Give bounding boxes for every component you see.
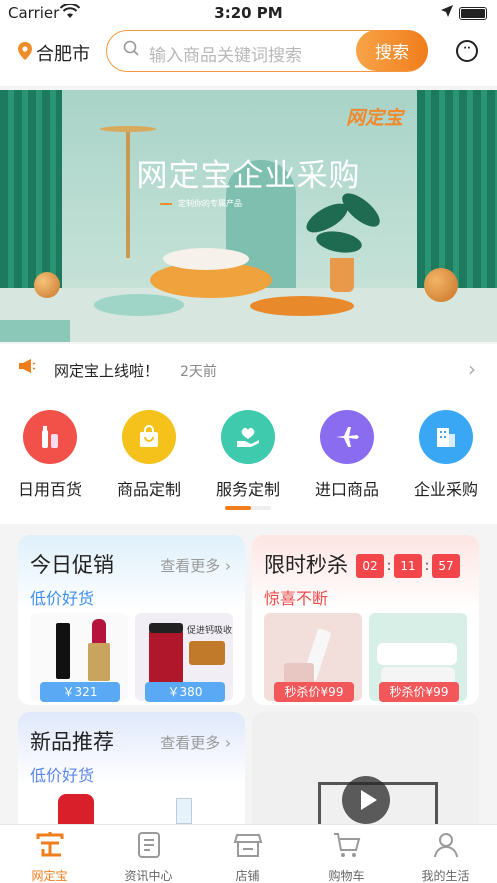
location-pin-icon: [18, 41, 32, 65]
banner-title: 网定宝企业采购: [136, 158, 361, 194]
category-grid: 日用百货 商品定制 服务定制 进口商品 企业采购: [0, 394, 497, 524]
banner-plant-pot: [330, 258, 354, 292]
banner-brand-logo: 网定宝: [346, 107, 404, 129]
tab-home[interactable]: 网定宝: [0, 831, 99, 883]
search-input[interactable]: 输入商品关键词搜索: [149, 41, 302, 66]
announcement-time: 2天前: [180, 364, 217, 380]
card-subtitle: 惊喜不断: [264, 589, 329, 608]
product-image-tube[interactable]: [176, 798, 192, 824]
product-image-jar[interactable]: [58, 794, 94, 824]
view-more-link[interactable]: 查看更多 ›: [160, 555, 231, 576]
countdown-timer: 02 : 11 : 57: [356, 553, 460, 579]
banner-sphere-right: [424, 268, 458, 302]
search-button[interactable]: 搜索: [356, 30, 428, 71]
promo-banner[interactable]: [0, 90, 497, 342]
tab-cart[interactable]: 购物车: [297, 831, 396, 883]
search-bar[interactable]: 输入商品关键词搜索 搜索: [106, 30, 428, 72]
battery-icon: [459, 7, 487, 20]
tab-label: 资讯中心: [124, 869, 173, 883]
video-card[interactable]: [252, 712, 479, 832]
card-title: 新品推荐: [30, 730, 114, 754]
card-subtitle: 低价好货: [30, 589, 95, 608]
view-more-link[interactable]: 查看更多 ›: [160, 732, 231, 753]
clock: 3:20 PM: [214, 4, 283, 22]
category-label: 日用百货: [17, 480, 82, 499]
timer-minutes: 11: [394, 554, 422, 578]
tab-label: 网定宝: [31, 869, 68, 883]
cart-icon: [297, 831, 396, 865]
price-tag: ￥321: [40, 682, 120, 702]
timer-seconds: 57: [432, 554, 460, 578]
megaphone-icon: [18, 358, 36, 379]
tab-news[interactable]: 资讯中心: [99, 831, 198, 883]
airplane-icon: [320, 410, 374, 464]
category-custom-service[interactable]: 服务定制: [203, 410, 293, 500]
product-tag: 促进钙吸收: [187, 626, 233, 636]
category-label: 进口商品: [314, 480, 379, 499]
announcement-text: 网定宝上线啦！: [54, 362, 160, 380]
new-products-card[interactable]: 新品推荐 查看更多 › 低价好货: [18, 712, 245, 832]
category-custom-goods[interactable]: 商品定制: [104, 410, 194, 500]
banner-curtain-right: [417, 90, 497, 300]
price-tag: ￥380: [145, 682, 225, 702]
announcement-bar[interactable]: 网定宝上线啦！ 2天前 ›: [0, 344, 497, 394]
flash-price-tag: 秒杀价¥99: [274, 682, 354, 702]
profile-icon: [396, 831, 495, 865]
play-icon[interactable]: [342, 776, 390, 824]
bottom-tab-bar: 网定宝 资讯中心 店铺 购物车 我的生活: [0, 824, 497, 883]
flash-sale-card[interactable]: 限时秒杀 02 : 11 : 57 惊喜不断 秒杀价¥99 秒杀价¥99: [252, 535, 479, 705]
chevron-right-icon: ›: [468, 357, 476, 381]
top-header: 合肥市 输入商品关键词搜索 搜索 ··: [0, 26, 497, 86]
chat-bubble-icon[interactable]: ··: [456, 40, 478, 62]
category-label: 商品定制: [116, 480, 181, 499]
card-title: 今日促销: [30, 553, 114, 577]
heart-hand-icon: [221, 410, 275, 464]
page-indicator: [225, 506, 271, 510]
tab-label: 店铺: [235, 869, 260, 883]
city-label: 合肥市: [36, 44, 90, 65]
card-title: 限时秒杀: [264, 553, 348, 577]
tab-label: 购物车: [328, 869, 365, 883]
search-icon: [123, 40, 139, 61]
tab-store[interactable]: 店铺: [198, 831, 297, 883]
card-subtitle: 低价好货: [30, 766, 95, 785]
timer-hours: 02: [356, 554, 384, 578]
category-daily-goods[interactable]: 日用百货: [5, 410, 95, 500]
shopping-bag-icon: [122, 410, 176, 464]
store-icon: [198, 831, 297, 865]
tab-label: 我的生活: [421, 869, 470, 883]
location-arrow-icon: [440, 4, 454, 22]
banner-sphere-left: [34, 272, 60, 298]
tab-profile[interactable]: 我的生活: [396, 831, 495, 883]
category-label: 企业采购: [413, 480, 478, 499]
flash-price-tag: 秒杀价¥99: [379, 682, 459, 702]
status-bar: Carrier 3:20 PM: [0, 0, 497, 26]
category-label: 服务定制: [215, 480, 280, 499]
category-enterprise-purchase[interactable]: 企业采购: [401, 410, 491, 500]
banner-subtitle: 定制你的专属产品: [160, 198, 242, 209]
daily-goods-icon: [23, 410, 77, 464]
home-logo-icon: [0, 831, 99, 865]
today-promo-card[interactable]: 今日促销 查看更多 › 低价好货 促进钙吸收 ￥321 ￥380: [18, 535, 245, 705]
city-selector[interactable]: 合肥市: [18, 40, 90, 66]
category-imported-goods[interactable]: 进口商品: [302, 410, 392, 500]
building-icon: [419, 410, 473, 464]
news-icon: [99, 831, 198, 865]
